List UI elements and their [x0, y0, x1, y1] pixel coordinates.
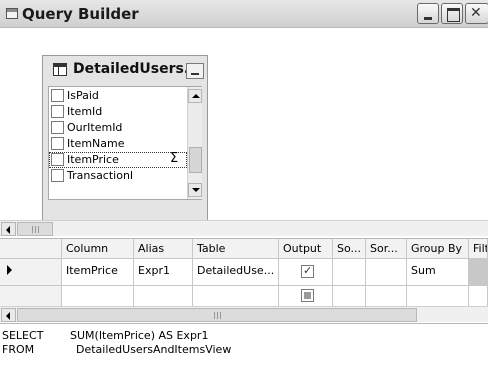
table-icon — [53, 63, 67, 76]
sigma-icon: Σ — [170, 151, 179, 166]
column-checkbox[interactable] — [51, 121, 64, 134]
column-checkbox[interactable] — [51, 153, 64, 166]
column-header-output[interactable]: Output — [279, 239, 333, 259]
sql-select-expression: SUM(ItemPrice) AS Expr1 — [70, 329, 209, 342]
grid-cell-sort-order[interactable] — [366, 286, 407, 307]
grid-cell-sort-order[interactable] — [366, 259, 407, 286]
column-item-ouritemid[interactable]: OurItemId — [49, 120, 187, 136]
scroll-up-icon[interactable] — [188, 89, 202, 103]
table-box-title: DetailedUsers... — [73, 61, 200, 77]
column-name: TransactionI — [67, 169, 134, 182]
column-checkbox[interactable] — [51, 105, 64, 118]
diagram-pane[interactable]: DetailedUsers... IsPaid ItemId OurItemId… — [0, 28, 488, 233]
grid-cell-sort-type[interactable] — [333, 259, 366, 286]
column-checkbox[interactable] — [51, 89, 64, 102]
grid-cell-filter[interactable] — [469, 259, 488, 286]
grid-corner — [0, 239, 62, 259]
column-name: ItemId — [67, 105, 103, 118]
column-item-itemprice[interactable]: ItemPrice Σ — [49, 151, 187, 168]
table-box[interactable]: DetailedUsers... IsPaid ItemId OurItemId… — [42, 55, 208, 233]
grid-cell-alias[interactable] — [134, 286, 193, 307]
query-builder-window-icon — [6, 8, 18, 19]
grid-cell-alias[interactable]: Expr1 — [134, 259, 193, 286]
sql-from-expression: DetailedUsersAndItemsView — [76, 343, 232, 356]
grid-cell-group-by[interactable]: Sum — [407, 259, 469, 286]
scroll-down-icon[interactable] — [188, 183, 202, 197]
column-item-itemname[interactable]: ItemName — [49, 136, 187, 152]
grid-cell-output[interactable] — [279, 259, 333, 286]
window-title: Query Builder — [22, 5, 139, 23]
diagram-horizontal-scrollbar[interactable] — [0, 220, 488, 236]
column-name: ItemName — [67, 137, 125, 150]
scroll-left-icon[interactable] — [1, 308, 16, 322]
grip-icon — [214, 312, 221, 319]
output-checkbox[interactable] — [301, 289, 314, 302]
row-header[interactable] — [0, 286, 62, 307]
table-column-list[interactable]: IsPaid ItemId OurItemId ItemName ItemPri… — [48, 86, 202, 200]
column-item-itemid[interactable]: ItemId — [49, 104, 187, 120]
output-checkbox[interactable] — [301, 264, 314, 278]
sql-from-keyword: FROM — [2, 343, 35, 356]
column-header-filter[interactable]: Filte — [469, 239, 488, 259]
column-header-sort-order[interactable]: Sor... — [366, 239, 407, 259]
column-header-group-by[interactable]: Group By — [407, 239, 469, 259]
table-box-minimize-button[interactable] — [186, 63, 204, 79]
grid-horizontal-scrollbar[interactable] — [0, 306, 488, 322]
sql-select-keyword: SELECT — [2, 329, 44, 342]
column-checkbox[interactable] — [51, 137, 64, 150]
column-checkbox[interactable] — [51, 169, 64, 182]
close-button[interactable] — [465, 3, 488, 24]
grid-cell-filter[interactable] — [469, 286, 488, 307]
column-header-alias[interactable]: Alias — [134, 239, 193, 259]
column-header-column[interactable]: Column — [62, 239, 134, 259]
scroll-left-icon[interactable] — [1, 222, 16, 236]
scroll-thumb[interactable] — [189, 147, 202, 173]
column-name: ItemPrice — [67, 153, 119, 166]
grid-cell-sort-type[interactable] — [333, 286, 366, 307]
column-item-ispaid[interactable]: IsPaid — [49, 88, 187, 104]
scroll-thumb[interactable] — [17, 222, 53, 236]
title-bar: Query Builder — [0, 0, 488, 28]
criteria-grid[interactable]: Column Alias Table Output So... Sor... G… — [0, 238, 488, 308]
column-name: IsPaid — [67, 89, 99, 102]
grip-icon — [32, 226, 39, 233]
sql-pane[interactable]: SELECT SUM(ItemPrice) AS Expr1 FROM Deta… — [0, 323, 488, 366]
minimize-button[interactable] — [417, 3, 439, 24]
grid-cell-column[interactable]: ItemPrice — [62, 259, 134, 286]
scroll-thumb[interactable] — [17, 308, 417, 322]
column-name: OurItemId — [67, 121, 123, 134]
grid-cell-table[interactable] — [193, 286, 279, 307]
grid-cell-output[interactable] — [279, 286, 333, 307]
grid-cell-column[interactable] — [62, 286, 134, 307]
table-box-header[interactable]: DetailedUsers... — [43, 56, 207, 84]
column-list-scrollbar[interactable] — [187, 87, 202, 199]
row-header[interactable] — [0, 259, 62, 286]
column-item-transactioni[interactable]: TransactionI — [49, 168, 187, 184]
column-header-sort-type[interactable]: So... — [333, 239, 366, 259]
current-row-arrow-icon — [7, 265, 12, 275]
grid-cell-table[interactable]: DetailedUse... — [193, 259, 279, 286]
grid-cell-group-by[interactable] — [407, 286, 469, 307]
maximize-button[interactable] — [441, 3, 463, 24]
column-header-table[interactable]: Table — [193, 239, 279, 259]
